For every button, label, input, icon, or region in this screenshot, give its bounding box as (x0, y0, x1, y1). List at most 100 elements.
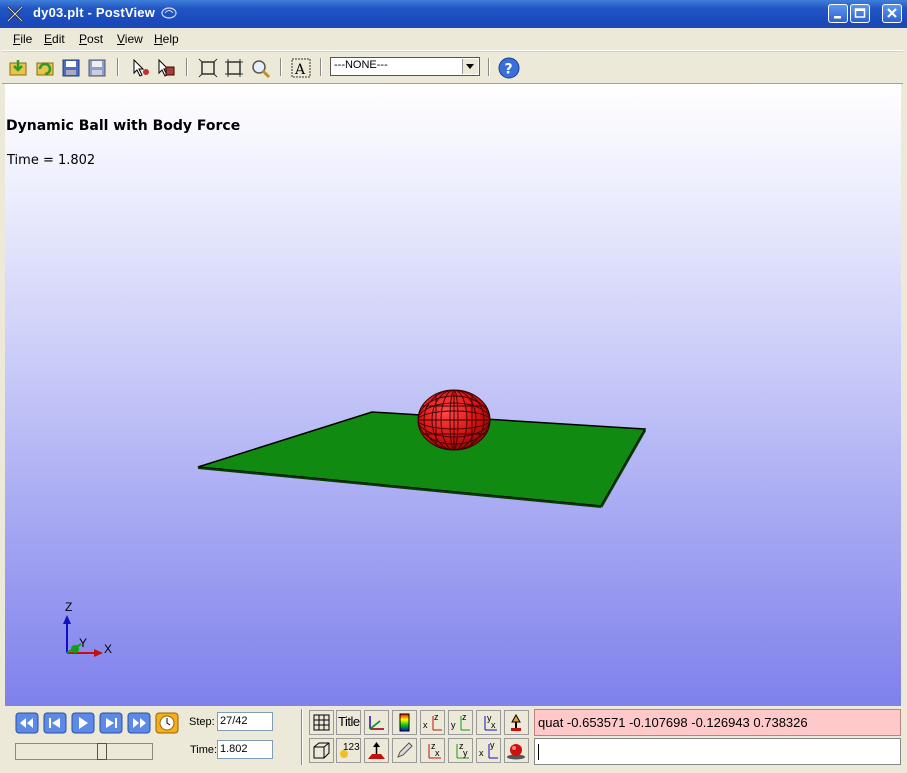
axis-triad: Z Y X (63, 600, 112, 657)
menu-bar: File Edit Post View Help (2, 29, 903, 51)
time-slider[interactable] (15, 743, 153, 760)
svg-text:y: y (463, 748, 468, 758)
help-icon[interactable]: ? (498, 57, 520, 79)
normal-arrow-icon (368, 742, 385, 759)
menu-help[interactable]: Help (154, 32, 179, 46)
menu-view-label: View (117, 32, 143, 46)
title-toggle-button[interactable]: Title (336, 710, 361, 735)
normal-view-button[interactable] (364, 738, 389, 763)
menu-post[interactable]: Post (79, 32, 103, 46)
model-scene[interactable]: Z Y X (5, 84, 901, 706)
node-numbers-button[interactable]: 123 (336, 738, 361, 763)
maximize-button[interactable] (850, 4, 870, 23)
toolbar-separator (320, 58, 322, 76)
time-field[interactable]: 1.802 (217, 740, 273, 759)
view-yx-button[interactable]: xy (476, 738, 501, 763)
chevron-down-icon[interactable] (462, 59, 478, 74)
cube-icon (313, 742, 330, 759)
view-zx-icon: zx (428, 741, 441, 759)
selection-dropdown[interactable]: ---NONE--- (330, 57, 480, 76)
edit-tool-button[interactable] (392, 738, 417, 763)
axis-y-label: Y (79, 636, 87, 650)
refresh-file-icon[interactable] (34, 57, 56, 79)
mesh-toggle-button[interactable] (309, 710, 334, 735)
svg-text:x: x (435, 748, 440, 758)
clock-icon[interactable] (155, 712, 179, 734)
command-output: quat -0.653571 -0.107698 -0.126943 0.738… (534, 709, 901, 736)
time-field-label: Time: (190, 744, 218, 756)
menu-edit[interactable]: Edit (44, 32, 65, 46)
select-pointer-icon[interactable] (130, 57, 152, 79)
menu-edit-label: Edit (44, 32, 65, 46)
grid-icon (313, 714, 330, 731)
step-field[interactable]: 27/42 (217, 712, 273, 731)
text-annotation-icon[interactable]: A (290, 57, 312, 79)
time-slider-thumb[interactable] (97, 743, 107, 760)
view-zx-button[interactable]: zx (420, 738, 445, 763)
shaded-sphere-icon (507, 744, 525, 760)
open-file-icon[interactable] (7, 57, 29, 79)
svg-text:x: x (479, 748, 484, 758)
swirl-icon (161, 7, 177, 19)
graphics-viewport[interactable]: Dynamic Ball with Body Force Time = 1.80… (5, 84, 901, 706)
elastic-ball[interactable] (417, 389, 491, 451)
selection-dropdown-value: ---NONE--- (334, 59, 388, 71)
step-label: Step: (189, 716, 215, 728)
toolbar-separator (488, 58, 490, 76)
lamp-icon (511, 713, 521, 731)
close-button[interactable] (882, 4, 902, 23)
close-icon (887, 8, 897, 18)
svg-text:x: x (423, 720, 428, 730)
first-frame-icon[interactable] (15, 712, 39, 734)
title-bar[interactable]: dy03.plt - PostView (0, 0, 907, 28)
axes-icon (369, 716, 384, 730)
zoom-magnifier-icon[interactable] (249, 57, 271, 79)
lighting-toggle-button[interactable] (504, 710, 529, 735)
save-as-icon[interactable] (86, 57, 108, 79)
toolbar: A ---NONE--- ? (2, 51, 903, 84)
zoom-fit-icon[interactable] (197, 57, 219, 79)
svg-text:y: y (451, 720, 456, 730)
minimize-button[interactable] (828, 4, 848, 23)
menu-post-label: Post (79, 32, 104, 46)
window-title: dy03.plt - PostView (33, 5, 156, 20)
toolbar-separator (186, 58, 188, 76)
minimize-icon (834, 16, 841, 19)
menu-file-label: File (13, 32, 33, 46)
axes-toggle-button[interactable] (364, 710, 389, 735)
render-mode-button[interactable] (504, 738, 529, 763)
panel-separator (301, 709, 303, 765)
view-yz-icon: yz (451, 712, 470, 731)
view-yz-button[interactable]: yz (448, 710, 473, 735)
select-element-icon[interactable] (155, 57, 177, 79)
view-zy-icon: zy (456, 741, 469, 759)
menu-file[interactable]: File (13, 32, 32, 46)
previous-frame-icon[interactable] (43, 712, 67, 734)
view-xy-button[interactable]: yx (476, 710, 501, 735)
view-xz-icon: xz (423, 712, 442, 731)
app-window: dy03.plt - PostView File Edit Post View … (0, 0, 907, 773)
command-input[interactable] (534, 738, 901, 765)
maximize-icon (854, 8, 866, 18)
last-frame-icon[interactable] (127, 712, 151, 734)
svg-text:z: z (462, 712, 467, 722)
next-frame-icon[interactable] (99, 712, 123, 734)
menu-help-label: Help (154, 32, 179, 46)
box-toggle-button[interactable] (309, 738, 334, 763)
axis-z-label: Z (65, 600, 72, 614)
svg-text:A: A (294, 62, 306, 78)
svg-text:x: x (491, 720, 496, 730)
view-zy-button[interactable]: zy (448, 738, 473, 763)
colormap-toggle-button[interactable] (392, 710, 417, 735)
svg-text:z: z (434, 712, 439, 722)
pencil-icon (397, 742, 413, 758)
save-icon[interactable] (60, 57, 82, 79)
axis-x-label: X (104, 642, 112, 656)
menu-view[interactable]: View (117, 32, 143, 46)
animation-panel: Step: 27/42 Time: 1.802 Title xz yz yx 1… (5, 707, 901, 767)
zoom-selection-icon[interactable] (223, 57, 245, 79)
play-icon[interactable] (71, 712, 95, 734)
view-xz-button[interactable]: xz (420, 710, 445, 735)
toolbar-separator (280, 58, 282, 76)
toolbar-separator (117, 58, 119, 76)
